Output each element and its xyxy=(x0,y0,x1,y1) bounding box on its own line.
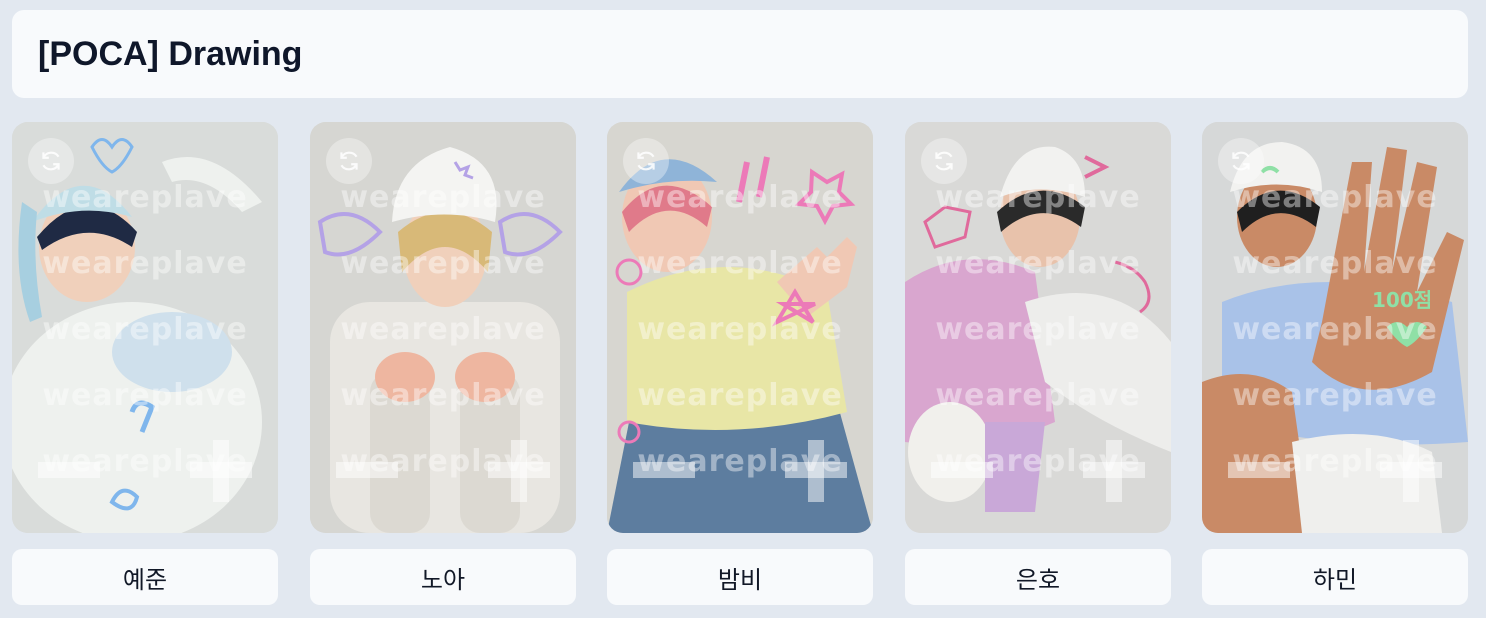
watermark-text: weareplave xyxy=(340,246,546,281)
plus-icon xyxy=(1106,440,1122,502)
watermark-text: weareplave xyxy=(637,312,843,347)
photocard-bamby: weareplave weareplave weareplave wearepl… xyxy=(607,122,873,606)
photocard-image[interactable]: weareplave weareplave weareplave wearepl… xyxy=(905,122,1171,533)
refresh-icon[interactable] xyxy=(1218,138,1264,184)
photocard-image[interactable]: weareplave weareplave weareplave wearepl… xyxy=(12,122,278,533)
watermark-text: weareplave xyxy=(1232,246,1438,281)
photocard-image[interactable]: weareplave weareplave weareplave wearepl… xyxy=(310,122,576,533)
watermark-text: weareplave xyxy=(935,180,1141,215)
plus-icon xyxy=(1403,440,1419,502)
member-name-button[interactable]: 밤비 xyxy=(607,549,873,605)
watermark-text: weareplave xyxy=(637,246,843,281)
watermark-text: weareplave xyxy=(935,378,1141,413)
member-name-button[interactable]: 노아 xyxy=(310,549,576,605)
photocard-eunho: weareplave weareplave weareplave wearepl… xyxy=(905,122,1171,606)
minus-icon xyxy=(1228,462,1290,478)
watermark-text: weareplave xyxy=(935,312,1141,347)
plus-icon xyxy=(213,440,229,502)
watermark-text: weareplave xyxy=(42,246,248,281)
svg-text:100점: 100점 xyxy=(1372,288,1432,312)
refresh-icon[interactable] xyxy=(921,138,967,184)
watermark-text: weareplave xyxy=(42,180,248,215)
minus-icon xyxy=(336,462,398,478)
photocard-yejun: weareplave weareplave weareplave wearepl… xyxy=(12,122,278,606)
photocard-noah: weareplave weareplave weareplave wearepl… xyxy=(310,122,576,606)
plus-icon xyxy=(808,440,824,502)
member-name-button[interactable]: 은호 xyxy=(905,549,1171,605)
watermark-text: weareplave xyxy=(637,378,843,413)
watermark-text: weareplave xyxy=(340,180,546,215)
minus-icon xyxy=(633,462,695,478)
photocard-hamin: 100점 weareplave weareplave weareplave we… xyxy=(1202,122,1468,606)
photocard-image[interactable]: 100점 weareplave weareplave weareplave we… xyxy=(1202,122,1468,533)
watermark-text: weareplave xyxy=(340,378,546,413)
refresh-icon[interactable] xyxy=(326,138,372,184)
watermark-text: weareplave xyxy=(1232,378,1438,413)
minus-icon xyxy=(38,462,100,478)
watermark-text: weareplave xyxy=(637,180,843,215)
watermark-text: weareplave xyxy=(935,246,1141,281)
refresh-icon[interactable] xyxy=(28,138,74,184)
photocard-image[interactable]: weareplave weareplave weareplave wearepl… xyxy=(607,122,873,533)
page-header: [POCA] Drawing xyxy=(12,10,1468,98)
watermark-text: weareplave xyxy=(1232,312,1438,347)
plus-icon xyxy=(511,440,527,502)
watermark-text: weareplave xyxy=(42,378,248,413)
page-title: [POCA] Drawing xyxy=(38,34,303,73)
minus-icon xyxy=(931,462,993,478)
member-name-button[interactable]: 예준 xyxy=(12,549,278,605)
watermark-text: weareplave xyxy=(1232,180,1438,215)
refresh-icon[interactable] xyxy=(623,138,669,184)
watermark-text: weareplave xyxy=(42,312,248,347)
member-name-button[interactable]: 하민 xyxy=(1202,549,1468,605)
watermark-text: weareplave xyxy=(340,312,546,347)
card-grid: weareplave weareplave weareplave wearepl… xyxy=(12,122,1468,606)
